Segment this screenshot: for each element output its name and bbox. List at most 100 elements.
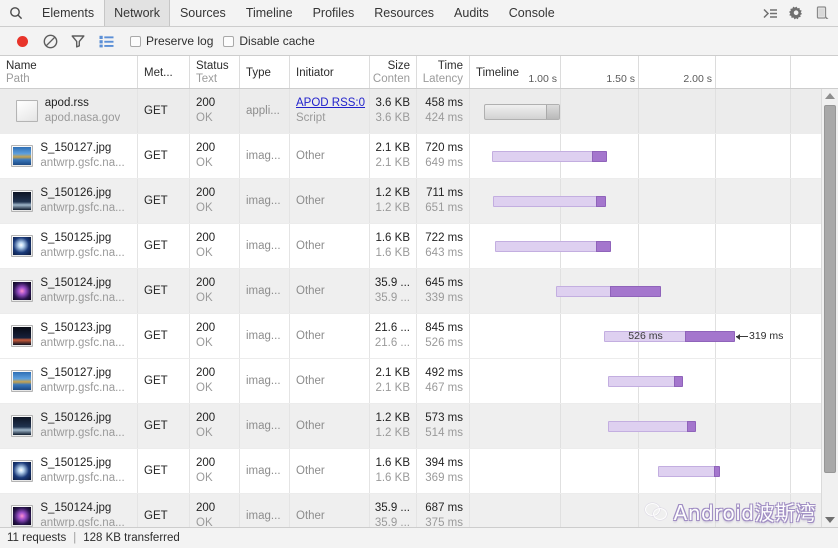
cell-method: GET (138, 449, 190, 493)
timeline-gridline (790, 494, 791, 527)
clear-button[interactable] (36, 30, 64, 52)
initiator-text: Other (296, 464, 363, 479)
table-row[interactable]: S_150124.jpgantwrp.gsfc.na...GET200OKima… (0, 494, 822, 527)
timeline-overview-slider[interactable] (484, 104, 560, 120)
timeline-after-label-text: 319 ms (749, 330, 783, 343)
table-row[interactable]: S_150123.jpgantwrp.gsfc.na...GET200OKima… (0, 314, 822, 359)
tab-resources[interactable]: Resources (364, 0, 444, 26)
gear-icon[interactable] (789, 6, 804, 21)
preserve-log-checkbox[interactable]: Preserve log (130, 34, 213, 48)
tab-sources[interactable]: Sources (170, 0, 236, 26)
transfer-size: 1.6 KB (375, 231, 410, 246)
header-title: Type (246, 67, 284, 80)
request-name: S_150126.jpg (40, 186, 124, 201)
timeline-bar[interactable] (495, 241, 611, 252)
search-icon[interactable] (0, 0, 32, 26)
tab-elements[interactable]: Elements (32, 0, 104, 26)
timeline-bar[interactable] (608, 376, 683, 387)
request-path: antwrp.gsfc.na... (40, 156, 124, 171)
content-size: 35.9 ... (375, 516, 410, 527)
cell-name: S_150123.jpgantwrp.gsfc.na... (0, 314, 138, 358)
timeline-bar[interactable] (608, 421, 696, 432)
vertical-scrollbar[interactable] (821, 89, 838, 527)
status-text: OK (196, 381, 233, 396)
status-code: 200 (196, 501, 233, 516)
request-path: antwrp.gsfc.na... (40, 201, 124, 216)
table-row[interactable]: S_150126.jpgantwrp.gsfc.na...GET200OKima… (0, 179, 822, 224)
timeline-bar-download-segment (596, 241, 611, 252)
timeline-bar-download-segment (596, 196, 606, 207)
timeline-bar[interactable] (493, 196, 606, 207)
timeline-gridline (790, 359, 791, 403)
scrollbar-thumb[interactable] (824, 105, 836, 473)
timeline-gridline (715, 359, 716, 403)
timeline-bar-download-segment (714, 466, 720, 477)
table-row[interactable]: S_150126.jpgantwrp.gsfc.na...GET200OKima… (0, 404, 822, 449)
timeline-bar[interactable]: 526 ms (604, 331, 735, 342)
column-header-name[interactable]: Name Path (0, 56, 138, 88)
content-size: 1.2 KB (375, 201, 410, 216)
initiator-link[interactable]: APOD RSS:0 (296, 96, 363, 111)
grouping-button[interactable] (92, 30, 120, 52)
tab-console[interactable]: Console (499, 0, 565, 26)
timeline-gridline (790, 224, 791, 268)
cell-status: 200OK (190, 224, 240, 268)
cell-name: S_150126.jpgantwrp.gsfc.na... (0, 179, 138, 223)
column-header-initiator[interactable]: Initiator (290, 56, 370, 88)
console-drawer-icon[interactable] (763, 7, 778, 20)
initiator-text: Other (296, 194, 363, 209)
column-header-status[interactable]: Status Text (190, 56, 240, 88)
dock-position-icon[interactable] (815, 6, 829, 20)
timeline-bar[interactable] (492, 151, 607, 162)
cell-initiator[interactable]: APOD RSS:0Script (290, 89, 370, 133)
content-size: 2.1 KB (375, 381, 410, 396)
column-header-size[interactable]: Size Conten (370, 56, 417, 88)
network-table-body-wrapper: apod.rssapod.nasa.govGET200OKappli...APO… (0, 89, 838, 527)
table-row[interactable]: S_150127.jpgantwrp.gsfc.na...GET200OKima… (0, 134, 822, 179)
scroll-up-icon[interactable] (822, 89, 838, 103)
record-button[interactable] (8, 30, 36, 52)
tab-audits[interactable]: Audits (444, 0, 499, 26)
scroll-down-icon[interactable] (822, 513, 838, 527)
column-header-time[interactable]: Time Latency (417, 56, 470, 88)
cell-method: GET (138, 314, 190, 358)
filter-button[interactable] (64, 30, 92, 52)
timeline-bar[interactable] (556, 286, 661, 297)
status-text: OK (196, 246, 233, 261)
request-name: apod.rss (45, 96, 120, 111)
cell-status: 200OK (190, 449, 240, 493)
cell-name: S_150124.jpgantwrp.gsfc.na... (0, 269, 138, 313)
column-header-type[interactable]: Type (240, 56, 290, 88)
table-row[interactable]: S_150125.jpgantwrp.gsfc.na...GET200OKima… (0, 449, 822, 494)
table-row[interactable]: S_150124.jpgantwrp.gsfc.na...GET200OKima… (0, 269, 822, 314)
tab-profiles[interactable]: Profiles (303, 0, 365, 26)
total-time: 645 ms (425, 276, 463, 291)
timeline-tick-label: 1.00 s (528, 73, 560, 85)
timeline-gridline (790, 449, 791, 493)
table-row[interactable]: S_150125.jpgantwrp.gsfc.na...GET200OKima… (0, 224, 822, 269)
request-thumbnail-icon (16, 100, 38, 122)
tab-label: Audits (454, 6, 489, 20)
cell-status: 200OK (190, 89, 240, 133)
content-size: 21.6 ... (375, 336, 410, 351)
total-time: 687 ms (425, 501, 463, 516)
table-row[interactable]: apod.rssapod.nasa.govGET200OKappli...APO… (0, 89, 822, 134)
timeline-overview-knob[interactable] (546, 105, 559, 119)
tab-timeline[interactable]: Timeline (236, 0, 303, 26)
filter-icon (71, 34, 85, 48)
column-header-timeline[interactable]: Timeline 1.00 s1.50 s2.00 s (470, 56, 838, 88)
header-title: Size (388, 60, 410, 73)
transfer-size: 1.6 KB (375, 456, 410, 471)
cell-initiator: Other (290, 269, 370, 313)
status-code: 200 (196, 366, 233, 381)
cell-status: 200OK (190, 314, 240, 358)
disable-cache-checkbox[interactable]: Disable cache (223, 34, 314, 48)
network-request-list[interactable]: apod.rssapod.nasa.govGET200OKappli...APO… (0, 89, 822, 527)
table-row[interactable]: S_150127.jpgantwrp.gsfc.na...GET200OKima… (0, 359, 822, 404)
cell-time: 492 ms467 ms (417, 359, 470, 403)
cell-type: imag... (240, 359, 290, 403)
timeline-gridline (790, 314, 791, 358)
column-header-method[interactable]: Met... (138, 56, 190, 88)
tab-network[interactable]: Network (104, 0, 170, 26)
timeline-bar[interactable] (658, 466, 720, 477)
